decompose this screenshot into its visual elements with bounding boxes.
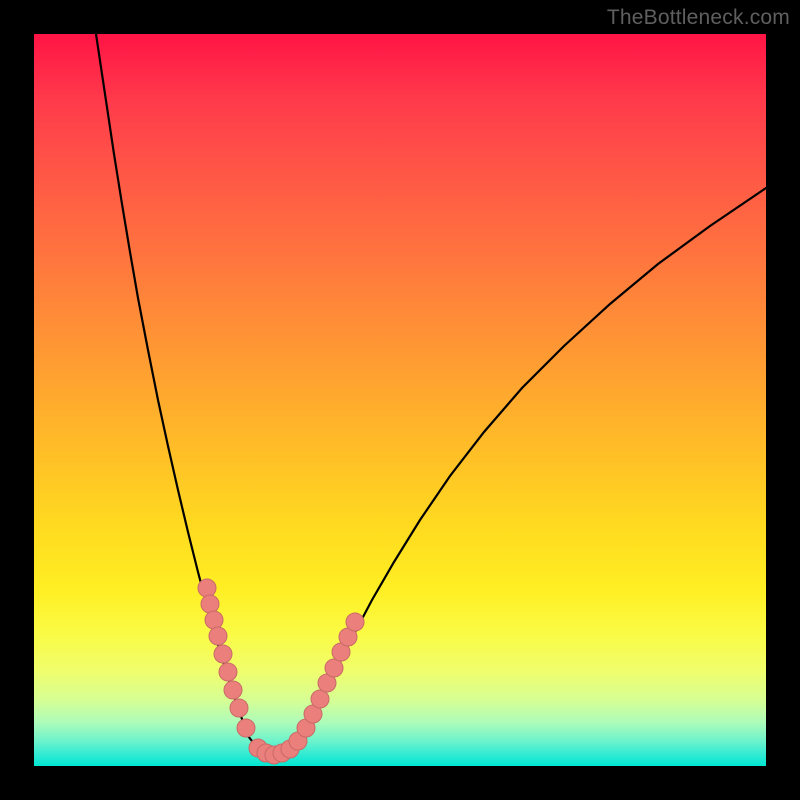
highlight-marker bbox=[209, 627, 227, 645]
highlight-marker bbox=[198, 579, 216, 597]
highlight-marker bbox=[201, 595, 219, 613]
highlight-marker bbox=[205, 611, 223, 629]
marker-layer bbox=[198, 579, 364, 764]
highlight-marker bbox=[311, 690, 329, 708]
curve-layer bbox=[96, 34, 766, 755]
highlight-marker bbox=[237, 719, 255, 737]
highlight-marker bbox=[230, 699, 248, 717]
chart-frame: TheBottleneck.com bbox=[0, 0, 800, 800]
highlight-marker bbox=[346, 613, 364, 631]
highlight-marker bbox=[214, 645, 232, 663]
highlight-marker bbox=[224, 681, 242, 699]
watermark-text: TheBottleneck.com bbox=[607, 6, 790, 30]
plot-area bbox=[34, 34, 766, 766]
highlight-marker bbox=[219, 663, 237, 681]
highlight-marker bbox=[325, 659, 343, 677]
bottleneck-curve bbox=[96, 34, 766, 755]
chart-svg bbox=[34, 34, 766, 766]
